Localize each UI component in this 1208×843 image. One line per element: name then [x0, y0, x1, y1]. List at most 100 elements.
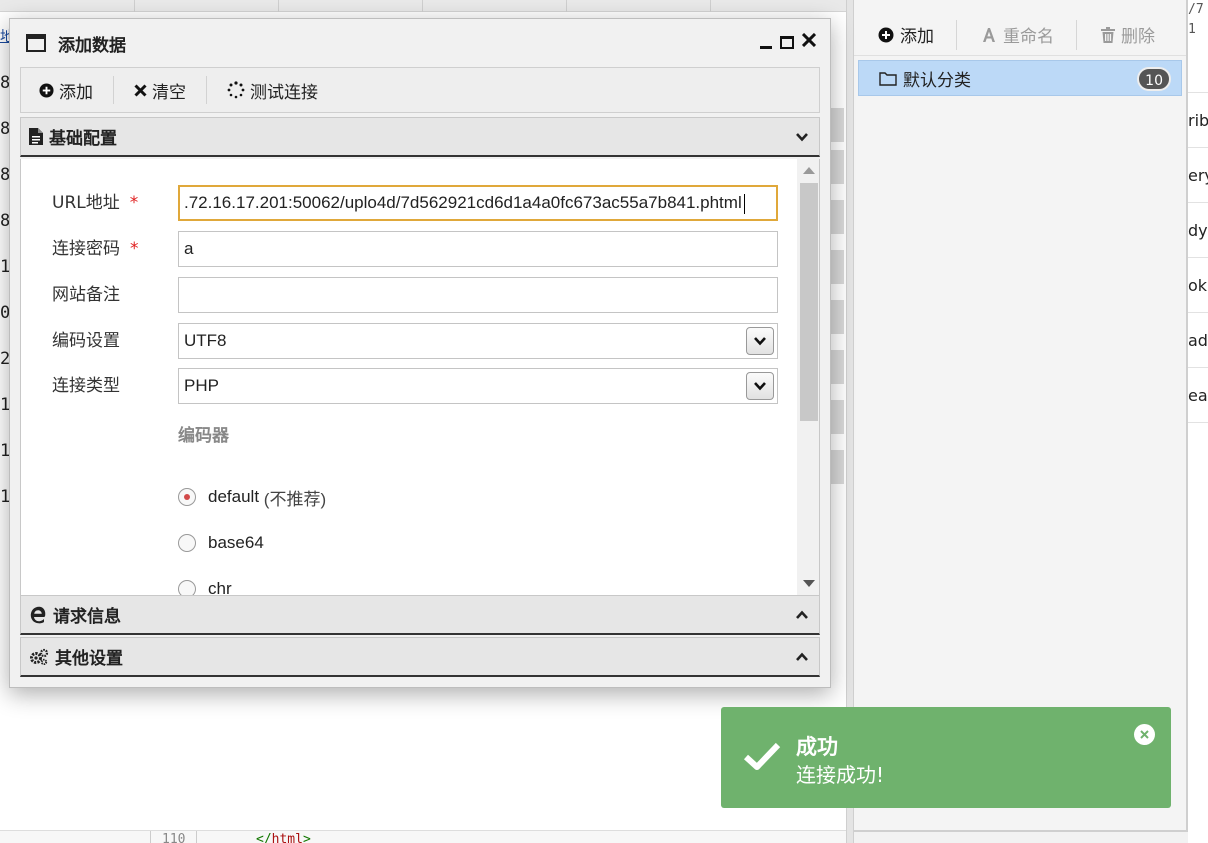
scroll-down-arrow[interactable] — [803, 580, 815, 587]
add-data-dialog: 添加数据 添加 清空 测试连接 基础配置 URL地址 * .72.16.17.2… — [9, 18, 831, 688]
code-line-number: 110 — [162, 832, 186, 843]
password-label: 连接密码 * — [52, 231, 139, 267]
url-label-text: URL地址 — [52, 193, 120, 213]
radio-button[interactable] — [178, 580, 196, 595]
right-column-row: ery — [1188, 147, 1208, 202]
category-delete-label: 删除 — [1121, 27, 1155, 47]
right-top-line: /7 — [1188, 2, 1204, 17]
test-connection-label: 测试连接 — [250, 82, 318, 103]
right-column-row-end — [1188, 422, 1208, 423]
category-delete-button[interactable]: 删除 — [1095, 19, 1177, 51]
chevron-down-icon[interactable] — [746, 372, 774, 400]
category-add-button[interactable]: 添加 — [872, 19, 956, 51]
encoder-option-default[interactable]: default (不推荐) — [178, 485, 326, 509]
right-column-row: rib — [1188, 92, 1208, 147]
required-mark: * — [130, 239, 139, 259]
gutter-digit: 1 — [0, 487, 9, 507]
gutter-digit: 1 — [0, 257, 9, 277]
close-icon[interactable] — [801, 32, 817, 51]
radio-button[interactable] — [178, 488, 196, 506]
category-rename-label: 重命名 — [1003, 27, 1054, 47]
category-rename-button[interactable]: 重命名 — [975, 19, 1076, 51]
right-column-top-text: /7 1 — [1188, 0, 1204, 40]
window-icon — [26, 34, 46, 52]
right-top-line: 1 — [1188, 22, 1196, 37]
url-label: URL地址 * — [52, 185, 138, 221]
maximize-icon[interactable] — [780, 35, 794, 49]
encoder-option-base64[interactable]: base64 — [178, 531, 264, 555]
url-input[interactable]: .72.16.17.201:50062/uplo4d/7d562921cd6d1… — [178, 185, 778, 221]
encoding-select[interactable]: UTF8 — [178, 323, 778, 359]
code-closing-tag: </html> — [256, 832, 311, 843]
right-column-row: ea — [1188, 367, 1208, 422]
password-input[interactable]: a — [178, 231, 778, 267]
section-other-header[interactable]: 其他设置 — [20, 637, 820, 677]
encoder-option-chr[interactable]: chr — [178, 577, 232, 595]
encoding-select-value: UTF8 — [184, 331, 227, 350]
minimize-icon[interactable] — [760, 45, 772, 49]
font-icon — [983, 27, 995, 42]
add-button-label: 添加 — [59, 82, 93, 103]
chevron-down-icon[interactable] — [746, 327, 774, 355]
gutter-digit: 0 — [0, 303, 9, 323]
edge-icon — [30, 606, 46, 623]
background-header-row — [0, 0, 848, 12]
section-other-title: 其他设置 — [55, 649, 123, 669]
type-select[interactable]: PHP — [178, 368, 778, 404]
background-address-fragment: 地 — [0, 29, 9, 45]
required-mark: * — [129, 193, 139, 213]
chevron-down-icon — [796, 133, 808, 142]
test-connection-button[interactable]: 测试连接 — [227, 74, 338, 106]
password-label-text: 连接密码 — [52, 239, 120, 259]
section-basic-header[interactable]: 基础配置 — [20, 117, 820, 157]
category-toolbar: 添加 重命名 删除 — [854, 14, 1186, 56]
form-scrollbar[interactable] — [797, 159, 819, 595]
clear-button[interactable]: 清空 — [134, 74, 206, 106]
dialog-titlebar[interactable]: 添加数据 — [10, 19, 830, 67]
gutter-digit: 1 — [0, 441, 9, 461]
background-line-gutter: 8 8 8 8 1 0 2 1 1 1 — [0, 60, 9, 520]
url-row: URL地址 * .72.16.17.201:50062/uplo4d/7d5629… — [21, 185, 801, 221]
dialog-toolbar: 添加 清空 测试连接 — [20, 67, 820, 113]
right-column-row: ade — [1188, 312, 1208, 367]
encoding-label: 编码设置 — [52, 331, 120, 351]
background-code-line: 110 </html> — [0, 830, 848, 843]
category-add-label: 添加 — [900, 27, 934, 47]
password-row: 连接密码 * a — [21, 231, 801, 267]
category-item-label: 默认分类 — [903, 70, 971, 91]
spinner-icon — [227, 81, 245, 99]
encoding-row: 编码设置 UTF8 — [21, 323, 801, 359]
radio-button[interactable] — [178, 534, 196, 552]
gutter-digit: 8 — [0, 165, 9, 185]
type-select-value: PHP — [184, 376, 219, 395]
encoder-title: 编码器 — [178, 426, 229, 446]
scroll-up-arrow[interactable] — [803, 167, 815, 174]
right-column-row: oki — [1188, 257, 1208, 312]
section-basic-body: URL地址 * .72.16.17.201:50062/uplo4d/7d5629… — [20, 159, 820, 595]
encoder-option-label: default — [208, 487, 260, 506]
add-button[interactable]: 添加 — [39, 74, 113, 106]
section-basic-title: 基础配置 — [49, 129, 117, 149]
category-item-default[interactable]: 默认分类 10 — [858, 60, 1182, 96]
file-text-icon — [29, 128, 43, 145]
encoder-option-label: base64 — [208, 533, 264, 552]
chevron-up-icon — [796, 610, 808, 619]
type-label: 连接类型 — [52, 376, 120, 396]
plus-circle-icon — [39, 82, 54, 98]
section-request-header[interactable]: 请求信息 — [20, 595, 820, 635]
right-column-row: dy — [1188, 202, 1208, 257]
type-row: 连接类型 PHP — [21, 368, 801, 404]
close-icon[interactable] — [1134, 724, 1155, 745]
window-controls — [760, 32, 817, 51]
note-input[interactable] — [178, 277, 778, 313]
url-input-value: .72.16.17.201:50062/uplo4d/7d562921cd6d1… — [184, 193, 742, 212]
gutter-digit: 8 — [0, 119, 9, 139]
clear-button-label: 清空 — [152, 82, 186, 103]
chevron-up-icon — [796, 652, 808, 661]
gutter-digit: 8 — [0, 211, 9, 231]
trash-icon — [1101, 26, 1115, 43]
toast-title: 成功 — [796, 735, 838, 759]
gutter-digit: 2 — [0, 349, 9, 369]
scroll-thumb[interactable] — [800, 183, 818, 421]
encoder-option-label: chr — [208, 579, 232, 595]
